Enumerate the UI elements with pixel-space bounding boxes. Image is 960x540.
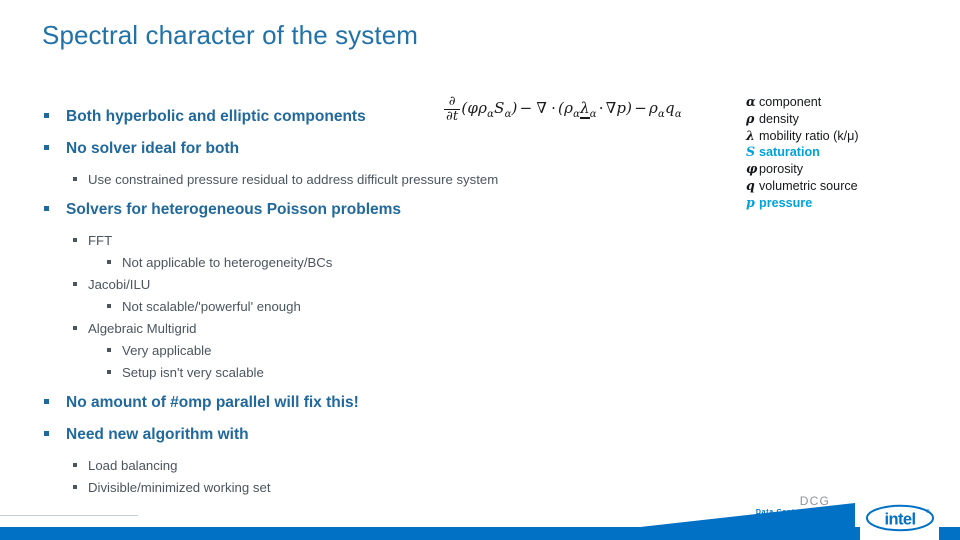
legend-symbol: ρ: [746, 110, 755, 126]
legend-entry-alpha: α component: [746, 94, 951, 111]
bullet-label: Both hyperbolic and elliptic components: [66, 108, 366, 125]
square-bullet-icon: [44, 395, 49, 411]
legend-symbol: λ: [746, 127, 755, 143]
eq-minus: −: [519, 99, 533, 118]
bullet-level3: Very applicable: [40, 343, 740, 358]
page-title: Spectral character of the system: [42, 20, 419, 50]
eq-dot: ·: [598, 99, 604, 118]
legend-label: saturation: [759, 145, 820, 160]
square-bullet-icon: [73, 234, 77, 247]
legend-entry-pressure: p pressure: [746, 195, 951, 212]
fraction-denominator: ∂t: [444, 108, 461, 124]
footer-branding: DCG Data Center Group: [700, 495, 830, 516]
bullet-label: No amount of #omp parallel will fix this…: [66, 394, 359, 411]
legend-symbol: q: [746, 177, 755, 193]
legend-symbol: p: [746, 194, 755, 210]
svg-text:intel: intel: [884, 510, 915, 528]
eq-nabla: ∇: [536, 99, 548, 118]
square-bullet-icon: [107, 300, 111, 313]
legend-entry-porosity: φ porosity: [746, 161, 951, 178]
eq-dot: ·: [551, 99, 557, 118]
square-bullet-icon: [73, 322, 77, 335]
square-bullet-icon: [73, 278, 77, 291]
svg-text:®: ®: [926, 508, 930, 515]
square-bullet-icon: [107, 344, 111, 357]
legend-symbol: φ: [746, 161, 758, 177]
square-bullet-icon: [73, 173, 77, 186]
fraction-numerator: ∂: [448, 94, 456, 109]
bullet-label: Solvers for heterogeneous Poisson proble…: [66, 201, 402, 218]
square-bullet-icon: [107, 366, 111, 379]
legend-entry-rho: ρ density: [746, 111, 951, 128]
bullet-level2: Use constrained pressure residual to add…: [40, 172, 740, 187]
bullet-label: Not applicable to heterogeneity/BCs: [122, 255, 333, 270]
intel-logo: intel ®: [860, 495, 939, 540]
square-bullet-icon: [107, 256, 111, 269]
bullet-label: FFT: [88, 233, 113, 248]
legend-symbol: α: [746, 94, 756, 109]
bullet-level3: Setup isn't very scalable: [40, 365, 740, 380]
eq-sub-alpha: α: [674, 109, 682, 121]
legend-entry-saturation: Ssaturation: [746, 144, 951, 161]
bullet-label: Setup isn't very scalable: [122, 365, 264, 380]
legend-label: component: [759, 95, 822, 109]
equation-image: ∂ ∂t (φραSα) − ∇ · (ραλα · ∇p) − ραqα: [444, 95, 682, 123]
eq-open-paren-rho: (ρ: [558, 99, 574, 118]
bullet-label: Not scalable/'powerful' enough: [122, 299, 301, 314]
square-bullet-icon: [44, 427, 49, 443]
legend-label: volumetric source: [759, 178, 858, 193]
footer-bar: [0, 527, 960, 540]
bullet-label: Use constrained pressure residual to add…: [88, 172, 499, 187]
bullet-level1: No amount of #omp parallel will fix this…: [40, 394, 740, 412]
square-bullet-icon: [44, 202, 49, 218]
eq-lambda-tensor: λ: [580, 99, 590, 120]
eq-sub-alpha: α: [658, 109, 665, 121]
bullet-label: Very applicable: [122, 343, 212, 358]
bullet-label: Need new algorithm with: [66, 426, 249, 443]
bullet-level1: Solvers for heterogeneous Poisson proble…: [40, 201, 740, 219]
footer-divider: [0, 515, 138, 516]
legend-label: pressure: [759, 195, 813, 210]
eq-term-s: S: [494, 99, 505, 118]
partial-derivative-fraction: ∂ ∂t: [444, 94, 461, 124]
eq-sub-alpha: α: [504, 109, 512, 121]
bullet-level2: FFT: [40, 233, 740, 248]
bullet-level3: Not scalable/'powerful' enough: [40, 299, 740, 314]
legend-entry-source: q volumetric source: [746, 178, 951, 195]
legend-label: porosity: [759, 162, 804, 177]
eq-sub-alpha: α: [589, 109, 597, 121]
eq-minus: −: [634, 99, 648, 118]
square-bullet-icon: [44, 109, 49, 125]
eq-close-paren: ): [511, 99, 518, 118]
bullet-label: Jacobi/ILU: [88, 277, 151, 292]
bullet-label: Algebraic Multigrid: [88, 321, 197, 336]
bullet-level2: Divisible/minimized working set: [40, 480, 740, 495]
legend-label: mobility ratio (k/μ): [759, 128, 859, 143]
dcg-subtitle: Data Center Group: [755, 508, 830, 516]
legend-entry-lambda: λ mobility ratio (k/μ): [746, 128, 951, 145]
square-bullet-icon: [73, 481, 77, 494]
dcg-title: DCG: [799, 494, 830, 508]
intel-logo-icon: intel ®: [865, 504, 934, 531]
legend-symbol: S: [746, 144, 756, 160]
bullet-label: Load balancing: [88, 458, 178, 473]
bullet-level1: No solver ideal for both: [40, 140, 740, 158]
legend-label: density: [759, 111, 799, 126]
eq-rho: ρ: [649, 99, 659, 118]
bullet-list: Both hyperbolic and elliptic components …: [40, 108, 740, 502]
bullet-level2: Jacobi/ILU: [40, 277, 740, 292]
eq-term-phi-rho: (φρ: [461, 99, 488, 118]
bullet-level3: Not applicable to heterogeneity/BCs: [40, 255, 740, 270]
bullet-level1: Need new algorithm with: [40, 426, 740, 444]
eq-q: q: [665, 99, 675, 118]
symbol-legend: α component ρ density λ mobility ratio (k/μ…: [746, 94, 951, 212]
square-bullet-icon: [44, 141, 49, 157]
bullet-level2: Load balancing: [40, 458, 740, 473]
square-bullet-icon: [73, 459, 77, 472]
bullet-label: No solver ideal for both: [66, 140, 240, 157]
eq-grad-p: ∇p): [605, 99, 633, 118]
bullet-label: Divisible/minimized working set: [88, 480, 271, 495]
bullet-level2: Algebraic Multigrid: [40, 321, 740, 336]
